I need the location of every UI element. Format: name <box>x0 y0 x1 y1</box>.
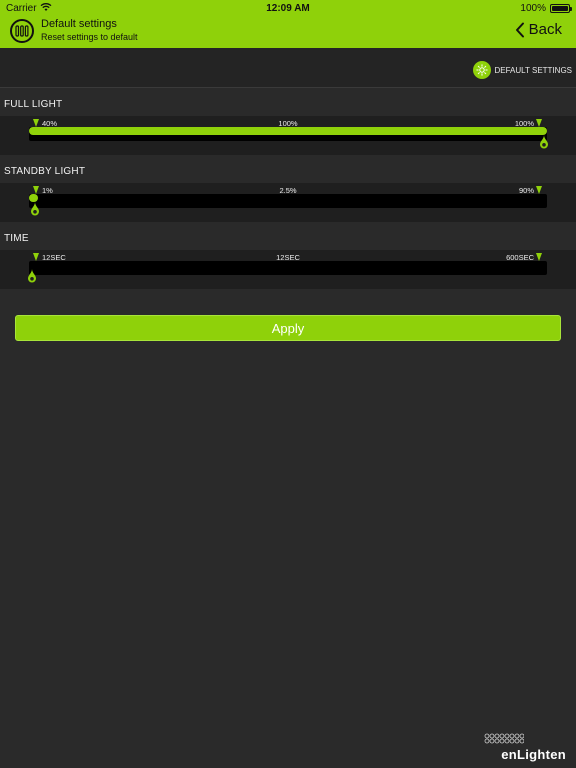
enlighten-logo-icon <box>10 19 34 43</box>
brand-logo: enLighten <box>482 733 566 763</box>
default-settings-button[interactable]: DEFAULT SETTINGS <box>472 61 573 79</box>
section-title: STANDBY LIGHT <box>4 166 86 177</box>
slider-fill <box>29 194 38 202</box>
section-title: TIME <box>4 233 29 244</box>
chevron-left-icon <box>515 22 524 37</box>
back-label: Back <box>528 21 562 38</box>
sun-icon <box>472 61 491 79</box>
section-standby-light-header: STANDBY LIGHT <box>0 155 576 183</box>
battery-icon <box>550 4 572 13</box>
full-light-slider[interactable]: 40% 100% 100% <box>0 116 576 155</box>
max-marker-icon <box>536 253 542 261</box>
brand-name: enLighten <box>501 747 566 762</box>
slider-handle[interactable] <box>539 135 549 149</box>
slider-handle[interactable] <box>27 269 37 283</box>
nav-bar: Default settings Reset settings to defau… <box>0 16 576 48</box>
page-subtitle: Reset settings to default <box>41 32 138 42</box>
back-button[interactable]: Back <box>515 21 562 38</box>
section-full-light-header: FULL LIGHT <box>0 88 576 116</box>
time-slider[interactable]: 12SEC 12SEC 600SEC <box>0 250 576 289</box>
max-marker-icon <box>536 119 542 127</box>
slider-fill <box>29 127 547 135</box>
clock: 12:09 AM <box>266 3 310 14</box>
section-time-header: TIME <box>0 222 576 250</box>
slider-handle[interactable] <box>30 202 40 216</box>
apply-button[interactable]: Apply <box>15 315 561 341</box>
slider-track[interactable] <box>29 194 547 208</box>
battery-percent: 100% <box>520 3 546 14</box>
brand-dots-icon <box>484 733 524 744</box>
page-title: Default settings <box>41 18 117 30</box>
section-title: FULL LIGHT <box>4 99 63 110</box>
default-settings-label: DEFAULT SETTINGS <box>494 65 573 75</box>
max-marker-icon <box>536 186 542 194</box>
standby-light-slider[interactable]: 1% 2.5% 90% <box>0 183 576 222</box>
slider-track[interactable] <box>29 261 547 275</box>
slider-track[interactable] <box>29 127 547 141</box>
toolbar: DEFAULT SETTINGS <box>0 48 576 88</box>
status-bar: Carrier 12:09 AM 100% <box>0 0 576 16</box>
